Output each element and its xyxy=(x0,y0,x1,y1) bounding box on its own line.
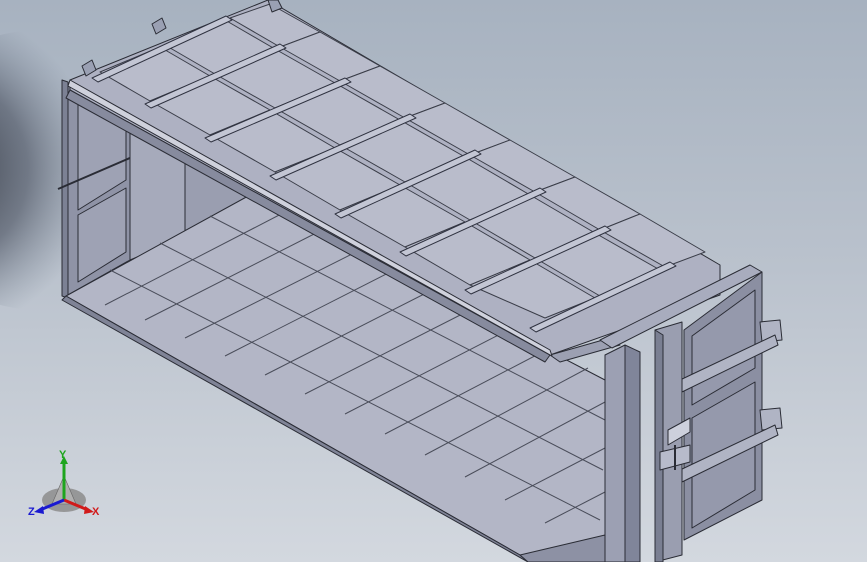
triad-x-label: X xyxy=(92,506,100,518)
triad-z-label: Z xyxy=(28,506,35,518)
door-frame-left-post[interactable] xyxy=(604,344,626,562)
triad-y-label: Y xyxy=(59,449,67,461)
graphics-viewport[interactable]: Y X Z xyxy=(0,0,867,562)
container-model[interactable] xyxy=(0,0,867,562)
door-center-post-side xyxy=(654,329,664,562)
back-end-wall-edge xyxy=(61,79,69,299)
coordinate-triad[interactable]: Y X Z xyxy=(24,448,104,528)
triad-z-arrow xyxy=(34,506,44,514)
door-frame-left-post-side xyxy=(624,344,641,562)
